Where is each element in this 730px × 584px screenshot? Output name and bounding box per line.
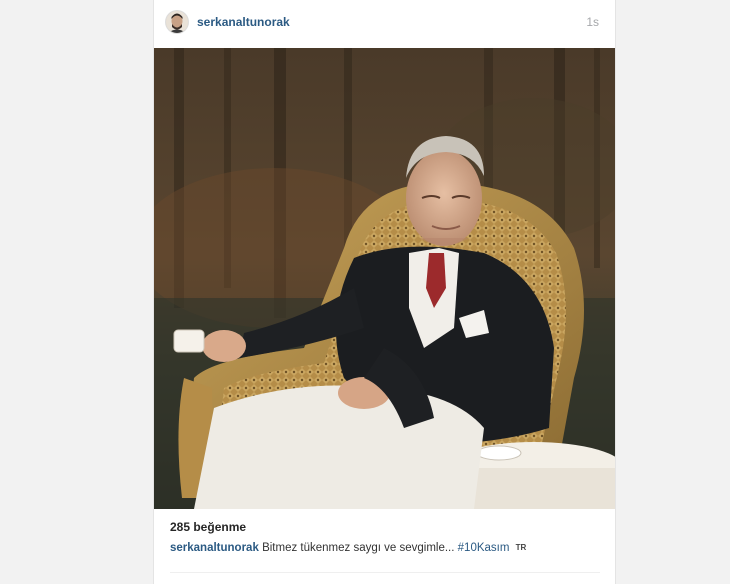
post-footer: 285 beğenme serkanaltunorak Bitmez tüken… [170, 520, 600, 554]
post-photo[interactable] [154, 48, 615, 509]
caption-text: Bitmez tükenmez saygı ve sevgimle... [262, 542, 455, 554]
post-caption: serkanaltunorak Bitmez tükenmez saygı ve… [170, 542, 600, 554]
translate-badge[interactable]: TR [516, 543, 527, 552]
instagram-post-card: serkanaltunorak 1s 285 beğenme serkanalt… [153, 0, 616, 584]
likes-count[interactable]: 285 beğenme [170, 520, 600, 538]
avatar-image [166, 11, 188, 33]
caption-username[interactable]: serkanaltunorak [170, 542, 259, 554]
post-username[interactable]: serkanaltunorak [197, 15, 290, 29]
portrait-photo [154, 48, 615, 509]
post-timestamp[interactable]: 1s [586, 15, 599, 29]
caption-hashtag[interactable]: #10Kasım [458, 542, 510, 554]
user-avatar[interactable] [166, 11, 188, 33]
footer-divider [170, 572, 600, 573]
post-header: serkanaltunorak 1s [154, 0, 615, 48]
